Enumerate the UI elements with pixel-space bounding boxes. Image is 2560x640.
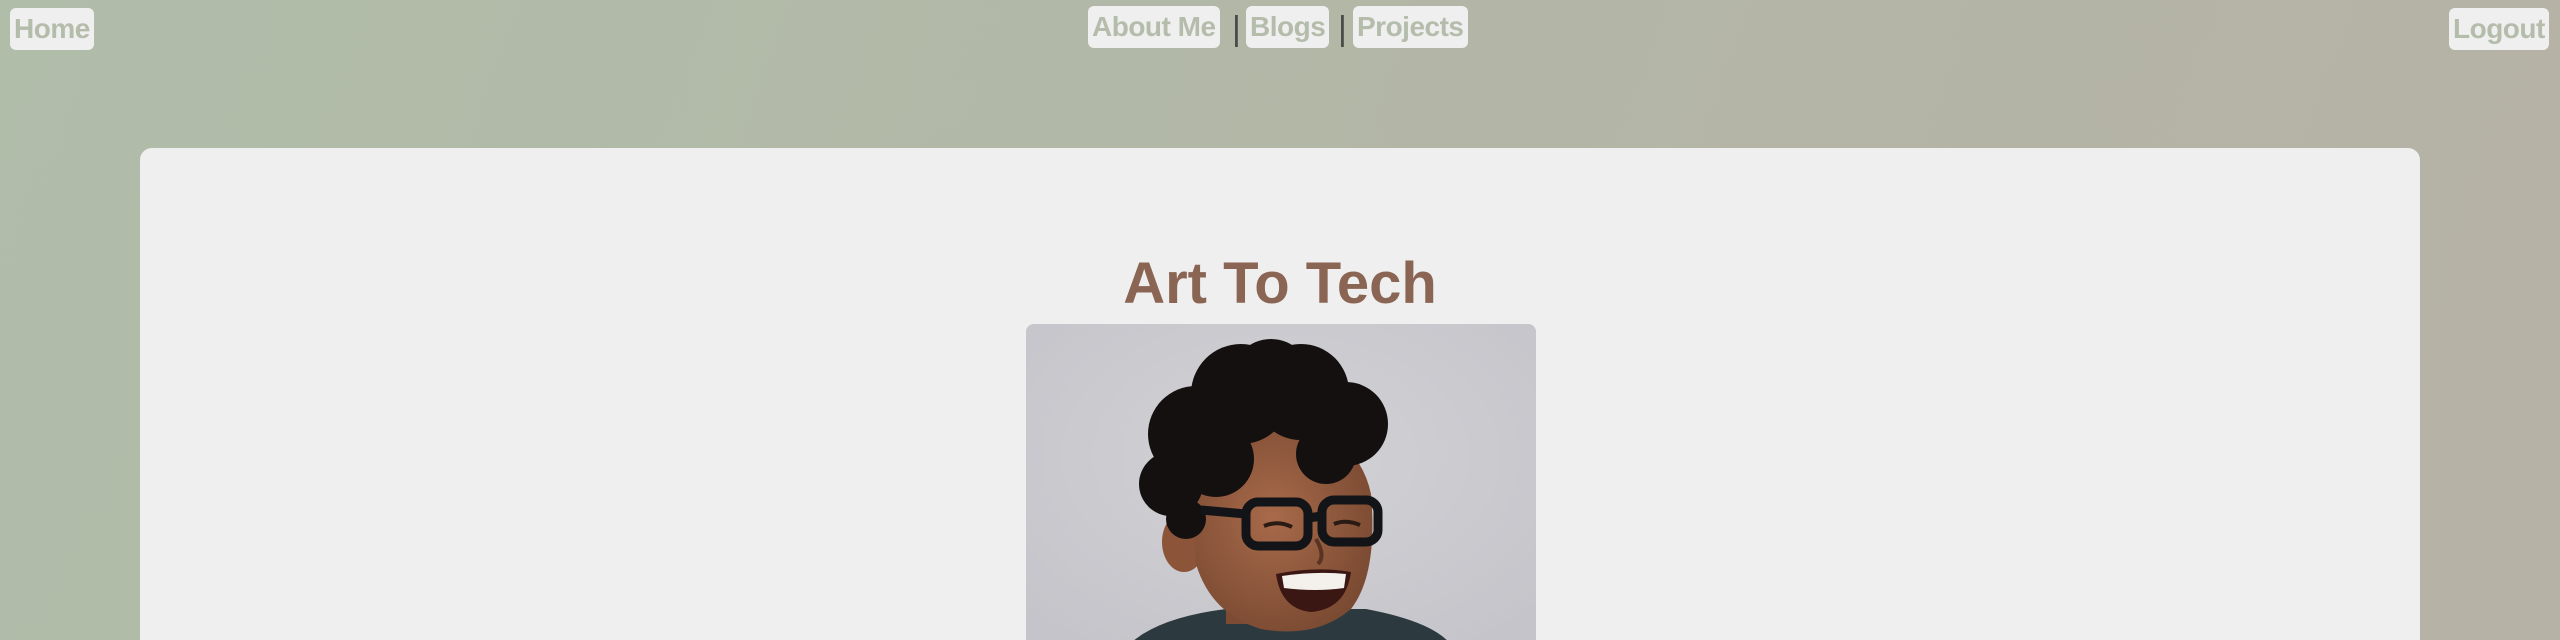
page-title: Art To Tech: [1123, 251, 1437, 316]
nav-separator: |: [1338, 10, 1347, 48]
home-button[interactable]: Home: [10, 8, 94, 50]
about-me-button[interactable]: About Me: [1088, 6, 1220, 48]
blogs-button[interactable]: Blogs: [1246, 6, 1330, 48]
projects-button[interactable]: Projects: [1353, 6, 1468, 48]
nav-separator: |: [1232, 10, 1241, 48]
profile-photo: [1026, 324, 1536, 640]
logout-button[interactable]: Logout: [2449, 8, 2549, 50]
